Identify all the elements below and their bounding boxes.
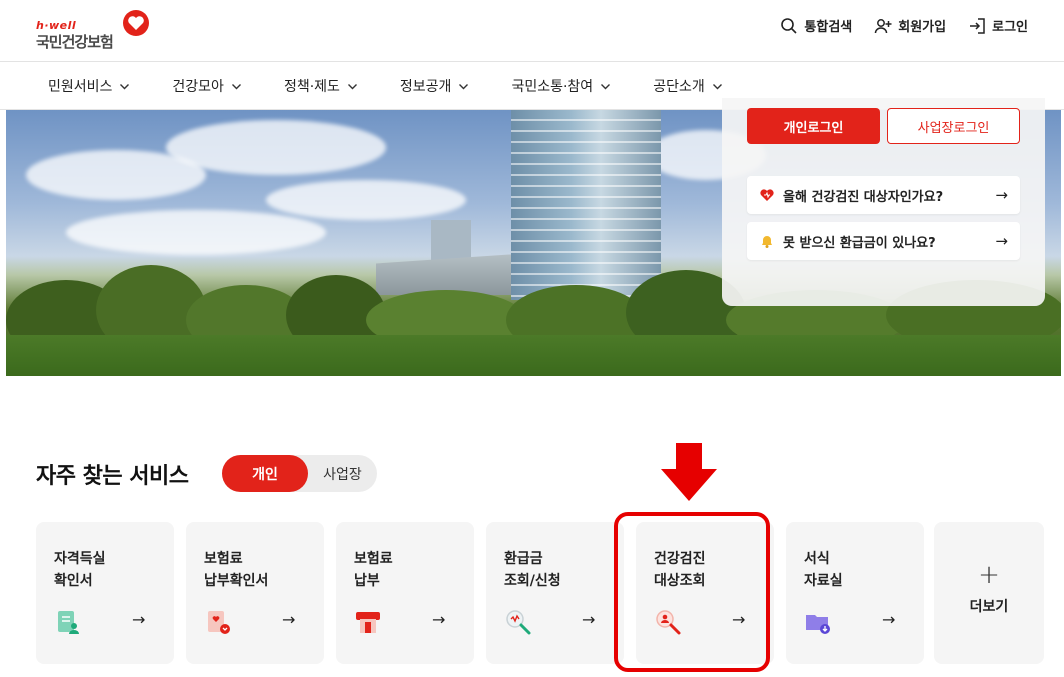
login-label: 로그인 — [992, 20, 1028, 35]
integrated-search-label: 통합검색 — [804, 20, 853, 35]
login-link[interactable]: 로그인 — [968, 16, 1028, 35]
annotation-down-arrow-icon — [661, 443, 717, 501]
logo-heart-icon — [123, 10, 149, 36]
service-card-premium-payment[interactable]: 보험료 납부 → — [336, 522, 474, 664]
integrated-search-link[interactable]: 통합검색 — [780, 16, 852, 35]
signup-link[interactable]: 회원가입 — [874, 16, 946, 35]
lawn — [6, 335, 1061, 376]
nav-label: 공단소개 — [653, 79, 705, 95]
heart-icon — [760, 189, 774, 201]
chevron-down-icon — [712, 83, 722, 89]
nav-item-health[interactable]: 건강모아 — [172, 76, 242, 96]
frequent-services-title: 자주 찾는 서비스 — [36, 464, 189, 489]
nav-item-participation[interactable]: 국민소통·참여 — [511, 76, 611, 96]
nav-item-about[interactable]: 공단소개 — [653, 76, 723, 96]
nav-label: 건강모아 — [172, 79, 224, 95]
toggle-business[interactable]: 사업장 — [308, 455, 377, 492]
search-refund-icon — [506, 610, 531, 635]
service-type-toggle: 개인 사업장 — [222, 455, 377, 492]
login-panel: 개인로그인 사업장로그인 올해 건강검진 대상자인가요? → 못 받으신 환급금… — [722, 98, 1045, 306]
user-add-icon — [875, 18, 892, 33]
nav-label: 정책·제도 — [283, 79, 340, 95]
more-label: 더보기 — [969, 599, 1009, 615]
chevron-down-icon — [459, 83, 469, 89]
health-checkup-eligibility-link[interactable]: 올해 건강검진 대상자인가요? → — [747, 176, 1020, 214]
document-user-icon — [58, 611, 79, 634]
chevron-down-icon — [120, 83, 130, 89]
more-services-button[interactable]: + 더보기 — [934, 522, 1044, 664]
unclaimed-refund-link[interactable]: 못 받으신 환급금이 있나요? → — [747, 222, 1020, 260]
nav-item-policy[interactable]: 정책·제도 — [284, 76, 358, 96]
card-label: 환급금 조회/신청 — [504, 551, 561, 589]
arrow-right-icon: → — [582, 610, 596, 629]
annotation-highlight-box — [614, 512, 770, 672]
nav-item-civil-service[interactable]: 민원서비스 — [48, 76, 130, 96]
chevron-down-icon — [601, 83, 611, 89]
card-label: 서식 자료실 — [804, 551, 843, 589]
cloud-shape — [266, 180, 466, 220]
arrow-right-icon: → — [282, 610, 296, 629]
toggle-personal[interactable]: 개인 — [222, 455, 308, 492]
site-header: h·well 국민건강보험 통합검색 회원가입 로그인 — [0, 0, 1064, 62]
document-heart-icon — [208, 611, 230, 634]
search-icon — [781, 17, 797, 34]
nav-item-info-disclosure[interactable]: 정보공개 — [400, 76, 470, 96]
bell-icon — [762, 236, 772, 248]
cloud-shape — [66, 210, 326, 255]
plus-icon: + — [978, 560, 1000, 590]
nhis-logo[interactable]: h·well 국민건강보험 — [36, 10, 156, 52]
service-card-eligibility-certificate[interactable]: 자격득실 확인서 → — [36, 522, 174, 664]
arrow-right-icon: → — [132, 610, 146, 629]
quick-link-label: 못 받으신 환급금이 있나요? — [783, 235, 936, 251]
signup-label: 회원가입 — [898, 20, 947, 35]
nav-label: 민원서비스 — [48, 79, 113, 95]
cloud-shape — [166, 120, 386, 175]
folder-download-icon — [806, 615, 830, 634]
personal-login-button[interactable]: 개인로그인 — [747, 108, 880, 144]
arrow-right-icon: → — [995, 232, 1008, 250]
nav-label: 정보공개 — [399, 79, 452, 95]
payment-icon — [356, 612, 380, 633]
nav-label: 국민소통·참여 — [511, 79, 594, 95]
arrow-right-icon: → — [995, 186, 1008, 204]
login-icon — [970, 17, 985, 34]
card-label: 자격득실 확인서 — [54, 551, 106, 589]
quick-link-label: 올해 건강검진 대상자인가요? — [783, 189, 944, 205]
service-card-refund-inquiry[interactable]: 환급금 조회/신청 → — [486, 522, 624, 664]
logo-name-text: 국민건강보험 — [36, 33, 114, 51]
arrow-right-icon: → — [882, 610, 896, 629]
chevron-down-icon — [231, 83, 241, 89]
card-label: 보험료 납부확인서 — [204, 551, 269, 589]
service-card-premium-payment-certificate[interactable]: 보험료 납부확인서 → — [186, 522, 324, 664]
chevron-down-icon — [347, 83, 357, 89]
card-label: 보험료 납부 — [354, 551, 393, 589]
business-login-button[interactable]: 사업장로그인 — [887, 108, 1020, 144]
arrow-right-icon: → — [432, 610, 446, 629]
service-card-form-library[interactable]: 서식 자료실 → — [786, 522, 924, 664]
